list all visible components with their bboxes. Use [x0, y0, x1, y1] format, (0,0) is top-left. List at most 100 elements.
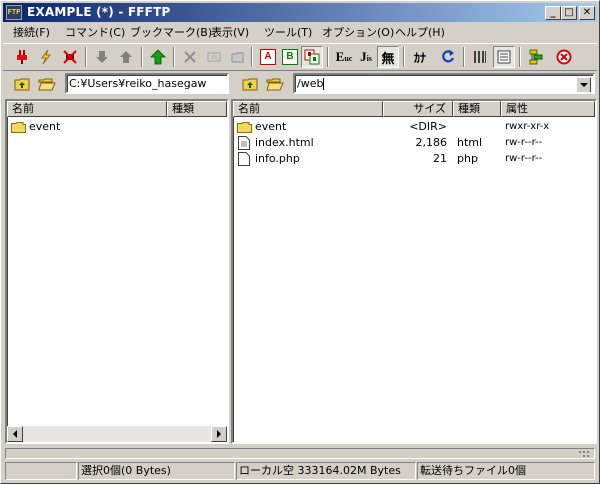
- list-item[interactable]: info.php 21 php rw-r--r--: [233, 151, 595, 167]
- folder-up-icon: [242, 78, 258, 91]
- local-file-list[interactable]: 名前 種類 event: [5, 99, 229, 444]
- menu-connect[interactable]: 接続(F): [13, 25, 50, 41]
- kana-icon: ｶﾅ: [413, 50, 426, 65]
- local-col-name[interactable]: 名前: [7, 101, 167, 117]
- quick-connect-button[interactable]: [35, 46, 57, 68]
- up-arrow-icon: [120, 51, 132, 63]
- connect-button[interactable]: [11, 46, 33, 68]
- title-bar[interactable]: FTP EXAMPLE (*) - FFFTP _ □ ✕: [3, 3, 597, 22]
- menu-bookmark[interactable]: ブックマーク(B): [130, 25, 212, 41]
- auto-mode-button[interactable]: [301, 46, 323, 68]
- remote-file-list[interactable]: 名前 サイズ 種類 属性 event <DIR> rwxr-xr-x index…: [231, 99, 597, 444]
- delete-button[interactable]: [179, 46, 201, 68]
- maximize-button[interactable]: □: [561, 6, 577, 20]
- close-button[interactable]: ✕: [579, 6, 595, 20]
- list-item[interactable]: event: [7, 119, 227, 135]
- chevron-down-icon: [579, 82, 588, 87]
- remote-file-attr: rw-r--r--: [505, 153, 543, 164]
- list-view-button[interactable]: [469, 46, 491, 68]
- local-col-type[interactable]: 種類: [167, 101, 227, 117]
- file-icon: [238, 152, 250, 166]
- list-item[interactable]: event <DIR> rwxr-xr-x: [233, 119, 595, 135]
- jis-button[interactable]: Jis: [355, 46, 377, 68]
- jis-icon: Jis: [360, 49, 372, 64]
- status-bar: 選択0個(0 Bytes) ローカル空 333164.02M Bytes 転送待…: [3, 461, 597, 481]
- dir-sync-button[interactable]: [525, 46, 547, 68]
- menu-tools[interactable]: ツール(T): [264, 25, 312, 41]
- local-open-dir-button[interactable]: [37, 74, 57, 94]
- ascii-mode-button[interactable]: A: [257, 46, 279, 68]
- remote-path-value: /web: [297, 77, 324, 90]
- binary-mode-icon: B: [282, 49, 298, 65]
- no-convert-icon: 無: [381, 51, 395, 67]
- list-view-icon: [474, 51, 486, 63]
- toolbar: A B Euc Jis 無 ｶﾅ: [3, 43, 597, 71]
- menu-bar: 接続(F) コマンド(C) ブックマーク(B) 表示(V) ツール(T) オプシ…: [3, 23, 597, 42]
- remote-file-size: 21: [433, 152, 447, 165]
- disconnect-button[interactable]: [59, 46, 81, 68]
- minimize-button[interactable]: _: [545, 6, 561, 20]
- folder-icon: [237, 122, 252, 133]
- scroll-right-button[interactable]: [211, 426, 227, 442]
- local-path-bar: C:¥Users¥reiko_hasegaw: [11, 73, 229, 97]
- chevron-left-icon: [12, 430, 17, 438]
- refresh-icon: [442, 50, 455, 63]
- remote-file-attr: rwxr-xr-x: [505, 121, 550, 132]
- ascii-mode-icon: A: [260, 49, 276, 65]
- window-title: EXAMPLE (*) - FFFTP: [27, 5, 171, 19]
- menu-command[interactable]: コマンド(C): [65, 25, 125, 41]
- menu-options[interactable]: オプション(O): [322, 25, 394, 41]
- menu-view[interactable]: 表示(V): [211, 25, 249, 41]
- local-path-input[interactable]: C:¥Users¥reiko_hasegaw: [65, 73, 229, 94]
- remote-col-name[interactable]: 名前: [233, 101, 383, 117]
- remote-path-dropdown-button[interactable]: [576, 77, 591, 92]
- euc-icon: Euc: [335, 49, 353, 64]
- lightning-icon: [41, 49, 51, 65]
- remote-open-dir-button[interactable]: [265, 74, 285, 94]
- remote-file-type: php: [457, 152, 478, 165]
- euc-button[interactable]: Euc: [333, 46, 355, 68]
- remote-path-combo[interactable]: /web: [293, 73, 595, 94]
- remote-file-name: info.php: [255, 152, 300, 165]
- remote-file-type: html: [457, 136, 483, 149]
- folder-icon: [11, 122, 26, 133]
- down-arrow-icon: [96, 51, 108, 63]
- status-queue: 転送待ちファイル0個: [417, 462, 595, 480]
- folder-open-icon: [266, 78, 284, 91]
- scroll-left-button[interactable]: [7, 426, 23, 442]
- abort-button[interactable]: [553, 46, 575, 68]
- list-item[interactable]: index.html 2,186 html rw-r--r--: [233, 135, 595, 151]
- log-splitter[interactable]: [5, 448, 595, 459]
- remote-col-attr[interactable]: 属性: [501, 101, 595, 117]
- binary-mode-button[interactable]: B: [279, 46, 301, 68]
- status-local-free: ローカル空 333164.02M Bytes: [236, 462, 416, 480]
- upload-button[interactable]: [115, 46, 137, 68]
- ffftp-app-icon[interactable]: FTP: [6, 5, 22, 20]
- local-horizontal-scrollbar[interactable]: [7, 426, 227, 442]
- remote-file-name: index.html: [255, 136, 314, 149]
- rename-button[interactable]: [203, 46, 225, 68]
- green-up-arrow-icon: [150, 49, 166, 65]
- remote-up-dir-button[interactable]: [241, 74, 261, 94]
- chevron-right-icon: [216, 430, 221, 438]
- remote-file-size: 2,186: [415, 136, 448, 149]
- remote-file-name: event: [255, 120, 287, 133]
- detail-view-button[interactable]: [493, 46, 515, 68]
- remote-col-size[interactable]: サイズ: [383, 101, 453, 117]
- file-icon: [238, 136, 250, 150]
- no-convert-button[interactable]: 無: [377, 46, 399, 68]
- mirror-upload-button[interactable]: [147, 46, 169, 68]
- menu-help[interactable]: ヘルプ(H): [395, 25, 445, 41]
- remote-col-type[interactable]: 種類: [453, 101, 501, 117]
- detail-view-icon: [497, 50, 511, 64]
- mkdir-button[interactable]: [227, 46, 249, 68]
- stop-icon: [556, 49, 572, 65]
- local-up-dir-button[interactable]: [13, 74, 33, 94]
- tree-sync-icon: [529, 49, 543, 65]
- delete-x-icon: [184, 51, 196, 63]
- kana-button[interactable]: ｶﾅ: [409, 46, 431, 68]
- download-button[interactable]: [91, 46, 113, 68]
- refresh-button[interactable]: [437, 46, 459, 68]
- rename-icon: [207, 52, 221, 62]
- disconnect-icon: [63, 50, 77, 64]
